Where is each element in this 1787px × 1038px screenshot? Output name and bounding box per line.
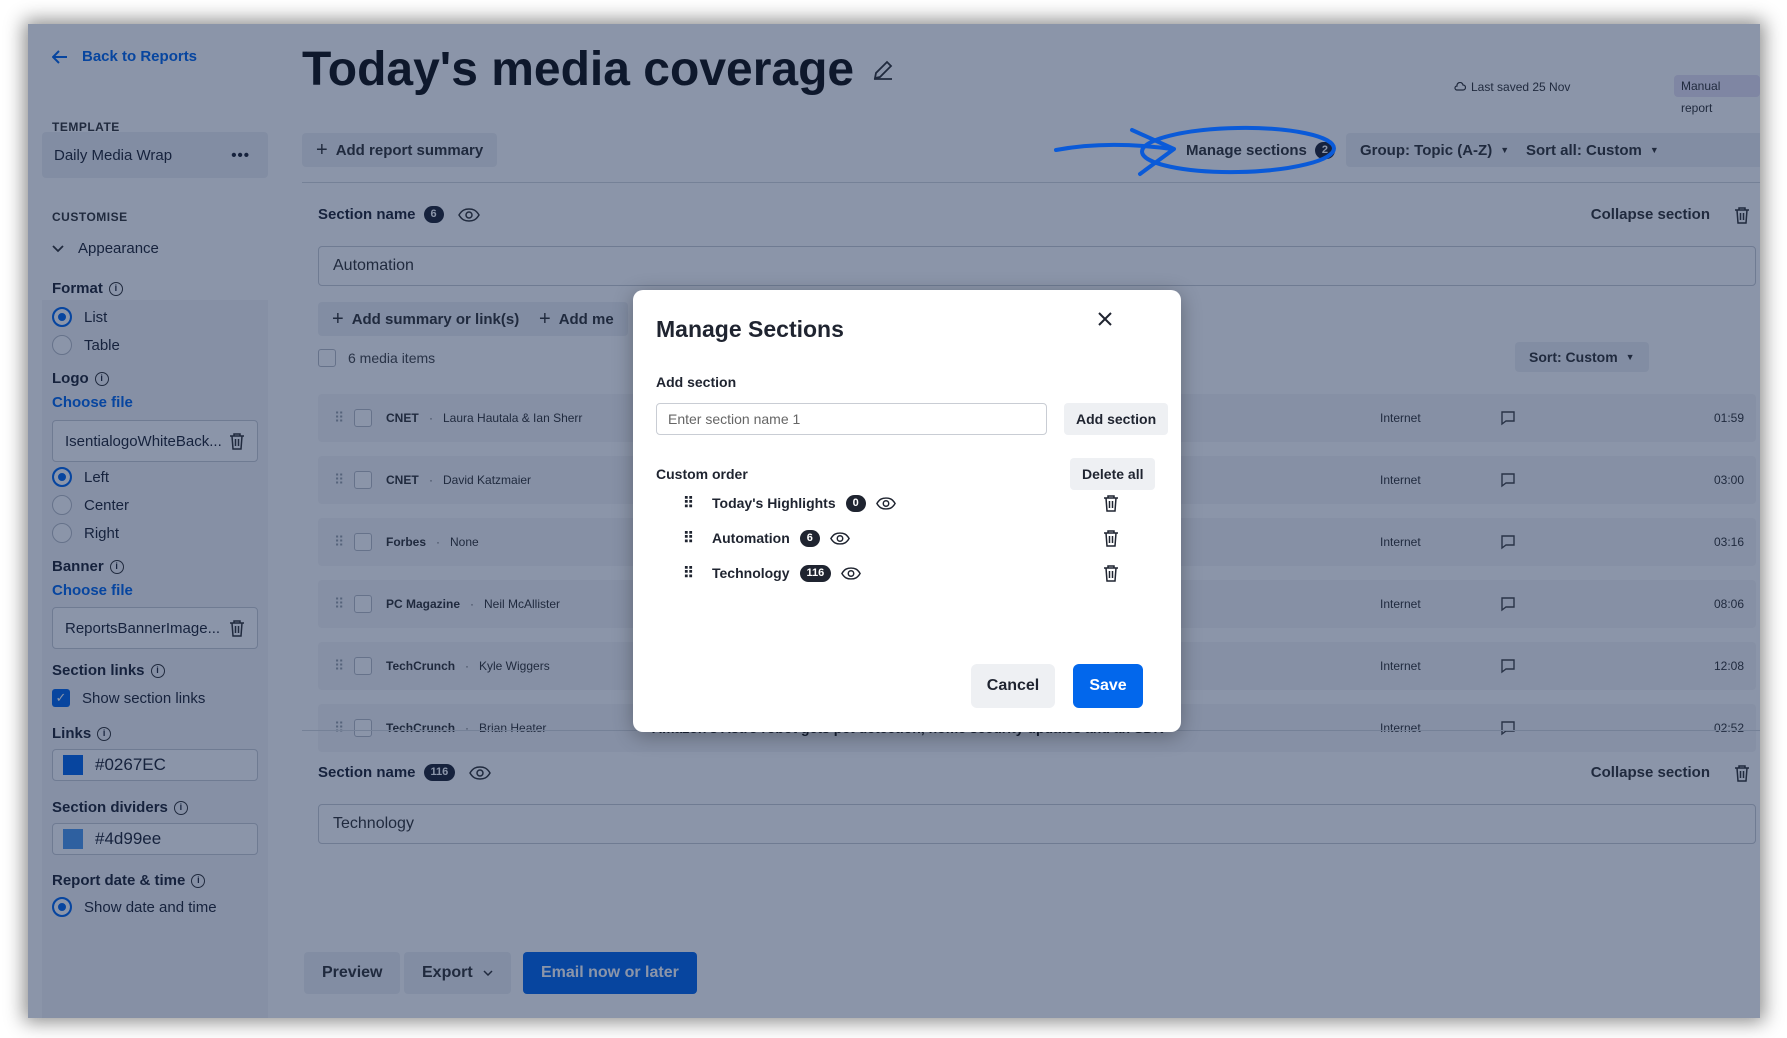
section-item-count: 0 (845, 494, 866, 512)
drag-handle-icon[interactable]: ⠿ (683, 564, 694, 582)
save-button[interactable]: Save (1073, 664, 1143, 708)
report-editor: Back to Reports TEMPLATE Daily Media Wra… (28, 24, 1760, 1018)
section-item-name: Technology (712, 565, 790, 581)
add-section-button[interactable]: Add section (1064, 403, 1169, 435)
section-item-name: Today's Highlights (712, 495, 836, 511)
section-list-item[interactable]: ⠿ Today's Highlights 0 (683, 489, 1119, 517)
drag-handle-icon[interactable]: ⠿ (683, 494, 694, 512)
trash-icon[interactable] (1103, 529, 1119, 547)
section-list-item[interactable]: ⠿ Automation 6 (683, 524, 1119, 552)
window-frame: Back to Reports TEMPLATE Daily Media Wra… (28, 24, 1760, 1018)
close-icon[interactable] (1093, 307, 1117, 331)
delete-all-button[interactable]: Delete all (1070, 458, 1156, 490)
section-list-item[interactable]: ⠿ Technology 116 (683, 559, 1119, 587)
section-item-count: 116 (799, 564, 832, 582)
eye-icon[interactable] (829, 531, 850, 545)
trash-icon[interactable] (1103, 494, 1119, 512)
trash-icon[interactable] (1103, 564, 1119, 582)
dialog-title: Manage Sections (656, 316, 844, 342)
eye-icon[interactable] (841, 566, 862, 580)
section-name-input[interactable] (656, 403, 1047, 435)
manage-sections-dialog: Manage Sections Add section Add section … (633, 290, 1181, 732)
section-item-name: Automation (712, 530, 790, 546)
drag-handle-icon[interactable]: ⠿ (683, 529, 694, 547)
custom-order-label: Custom order (656, 466, 748, 482)
section-item-count: 6 (799, 529, 820, 547)
cancel-button[interactable]: Cancel (971, 664, 1055, 708)
eye-icon[interactable] (875, 496, 896, 510)
add-section-label: Add section (656, 374, 737, 390)
